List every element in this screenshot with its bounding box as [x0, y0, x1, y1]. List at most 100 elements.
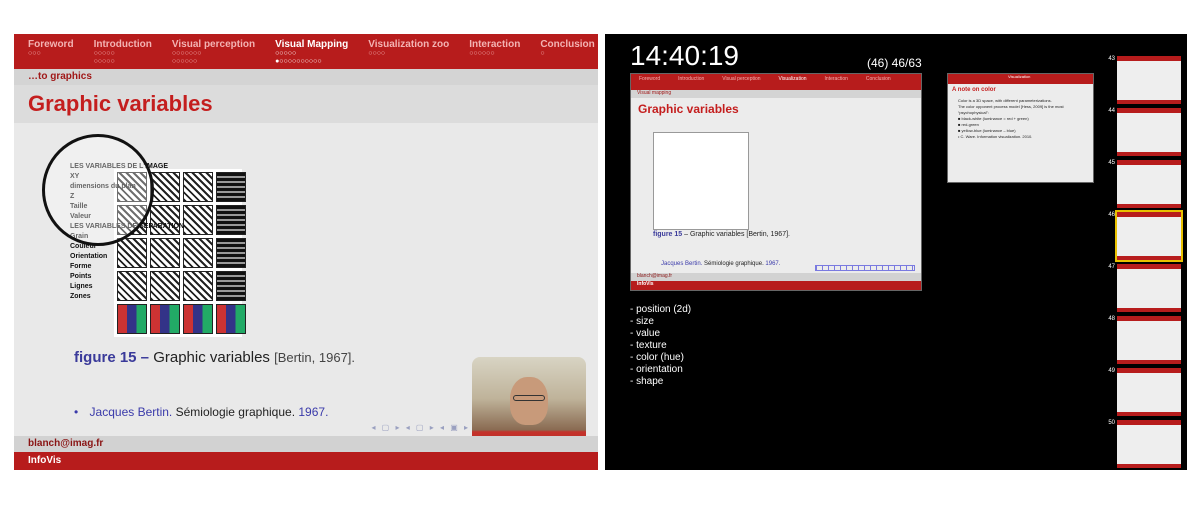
caption-ref: [Bertin, 1967].: [274, 350, 356, 365]
fig-cell: [183, 238, 213, 268]
fig-cell: [183, 271, 213, 301]
slide-thumbnail[interactable]: [1117, 160, 1181, 208]
mini-nav-item: Visual perception: [722, 76, 761, 82]
caption-text: Graphic variables: [153, 349, 270, 366]
mini-subtitle: Visual mapping: [631, 90, 921, 98]
ref-year[interactable]: 1967.: [298, 405, 328, 419]
fig-cell: [117, 304, 147, 334]
bullet-dot-icon: •: [74, 405, 79, 419]
ref-author[interactable]: Jacques Bertin.: [90, 405, 173, 419]
slide-title: Graphic variables: [14, 85, 598, 123]
mini-title: Graphic variables: [638, 102, 739, 116]
nav-section-label: Introduction: [93, 39, 152, 50]
fig-cell: [216, 304, 246, 334]
ref-title: Sémiologie graphique.: [175, 405, 296, 419]
figure-label: Orientation: [70, 253, 108, 260]
nav-section-dots[interactable]: ○○○○○ ○○○○○: [94, 50, 152, 66]
mini-section-nav: Foreword Introduction Visual perception Vis…: [631, 74, 921, 90]
fig-cell: [183, 304, 213, 334]
note-line: - texture: [630, 340, 667, 351]
figure-label: Zones: [70, 293, 91, 300]
mini-footer-brand: InfoVis: [631, 281, 921, 290]
slide-thumbnail[interactable]: [1117, 316, 1181, 364]
footer-brand: InfoVis: [14, 452, 598, 470]
mini-nav-item: Interaction: [824, 76, 848, 82]
thumbnail-number: 43: [1108, 56, 1115, 62]
slide-counter: (46) 46/63: [867, 56, 922, 70]
mini-nav-item: Introduction: [678, 76, 705, 82]
mini-nav-item: Foreword: [639, 76, 661, 82]
mini-figure: [653, 132, 749, 230]
thumbnail-number: 48: [1108, 316, 1115, 322]
slide-thumbnail[interactable]: [1117, 368, 1181, 416]
fig-cell: [183, 205, 213, 235]
next-body: Color is a 3D space, with different para…: [948, 96, 1093, 142]
nav-section-label: Interaction: [469, 39, 521, 50]
slide-thumbnail[interactable]: [1117, 264, 1181, 312]
fig-cell: [150, 304, 180, 334]
mini-bullet-title: Sémiologie graphique.: [704, 261, 764, 267]
slide-thumbnail[interactable]: [1117, 56, 1181, 104]
speaker-notes: - position (2d) - size - value - texture - c…: [630, 304, 691, 388]
fig-cell: [216, 271, 246, 301]
mini-caption-text: – Graphic variables [Bertin, 1967].: [684, 231, 790, 238]
nav-section-visual-perception[interactable]: Visual perception ○○○○○○○ ○○○○○○: [172, 34, 255, 69]
thumbnail-number: 45: [1108, 160, 1115, 166]
slide-thumbnail-strip[interactable]: 43 44 45 46 47 48 49 50: [1103, 34, 1187, 470]
figure-label: Forme: [70, 263, 92, 270]
mini-footer-email: blanch@imag.fr: [631, 273, 921, 281]
presenter-face: [510, 377, 548, 425]
next-slide-preview[interactable]: Visualization A note on color Color is a…: [947, 73, 1094, 183]
nav-section-label: Conclusion: [540, 39, 595, 50]
main-slide: Foreword ○○○ Introduction ○○○○○ ○○○○○ Visual…: [14, 34, 598, 470]
next-header: Visualization: [948, 74, 1093, 84]
slide-thumbnail[interactable]: [1115, 210, 1183, 262]
nav-section-dots[interactable]: ○○○○○ ●○○○○○○○○○○: [275, 50, 348, 66]
reference-bullet: • Jacques Bertin. Sémiologie graphique. …: [74, 405, 328, 419]
note-line: - color (hue): [630, 352, 684, 363]
nav-section-conclusion[interactable]: Conclusion ○: [540, 34, 594, 69]
mini-nav-ticks: [815, 265, 915, 271]
thumbnail-number: 47: [1108, 264, 1115, 270]
figure-label: Points: [70, 273, 92, 280]
nav-section-dots[interactable]: ○○○: [28, 50, 74, 58]
nav-section-foreword[interactable]: Foreword ○○○: [28, 34, 74, 69]
next-title: A note on color: [952, 87, 996, 93]
thumbnail-number: 50: [1108, 420, 1115, 426]
nav-section-dots[interactable]: ○○○○○○○ ○○○○○○: [172, 50, 255, 66]
note-line: - value: [630, 328, 661, 339]
fig-cell: [216, 172, 246, 202]
mini-bullet: Jacques Bertin. Sémiologie graphique. 19…: [661, 261, 780, 267]
mini-bullet-author: Jacques Bertin.: [661, 261, 703, 267]
nav-section-visualization-zoo[interactable]: Visualization zoo ○○○○: [368, 34, 449, 69]
presenter-view: 14:40:19 (46) 46/63 Foreword Introduction…: [605, 34, 1187, 470]
glasses-icon: [513, 395, 545, 401]
nav-section-dots[interactable]: ○: [540, 50, 594, 58]
note-line: - size: [630, 316, 654, 327]
nav-section-interaction[interactable]: Interaction ○○○○○○: [469, 34, 520, 69]
nav-section-visual-mapping[interactable]: Visual Mapping ○○○○○ ●○○○○○○○○○○: [275, 34, 348, 69]
fig-cell: [216, 238, 246, 268]
section-nav: Foreword ○○○ Introduction ○○○○○ ○○○○○ Visual…: [14, 34, 598, 69]
mini-nav-item: Visualization: [778, 76, 807, 82]
nav-section-dots[interactable]: ○○○○○○: [469, 50, 520, 58]
nav-section-label: Foreword: [28, 39, 74, 50]
thumbnail-number: 46: [1108, 212, 1115, 218]
current-slide-preview[interactable]: Foreword Introduction Visual perception Vis…: [630, 73, 922, 291]
figure-label: Lignes: [70, 283, 93, 290]
nav-section-dots[interactable]: ○○○○: [368, 50, 449, 58]
slide-thumbnail[interactable]: [1117, 420, 1181, 468]
fig-cell: [216, 205, 246, 235]
slide-thumbnail[interactable]: [1117, 108, 1181, 156]
note-line: - shape: [630, 376, 664, 387]
mini-caption: figure 15 – Graphic variables [Bertin, 1…: [653, 231, 790, 238]
slide-subtitle: …to graphics: [14, 69, 598, 85]
nav-section-label: Visualization zoo: [368, 39, 450, 50]
clock: 14:40:19: [630, 40, 739, 71]
footer-email: blanch@imag.fr: [14, 436, 598, 452]
mini-bullet-year: 1967.: [765, 261, 781, 267]
note-line: - orientation: [630, 364, 683, 375]
beamer-nav-symbols[interactable]: ◂ ▢ ▸ ◂ ▢ ▸ ◂ ▣ ▸: [371, 423, 470, 432]
nav-section-introduction[interactable]: Introduction ○○○○○ ○○○○○: [94, 34, 152, 69]
thumbnail-number: 49: [1108, 368, 1115, 374]
